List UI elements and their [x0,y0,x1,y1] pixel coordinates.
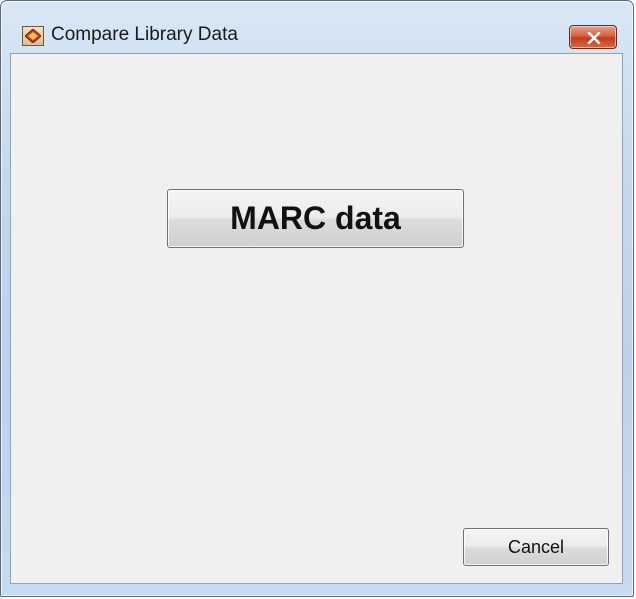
title-bar[interactable]: Compare Library Data [1,1,633,49]
cancel-button[interactable]: Cancel [463,528,609,566]
window-title: Compare Library Data [51,24,238,45]
close-button[interactable] [569,25,617,49]
dialog-window: Compare Library Data MARC data Cancel [0,0,634,597]
dialog-content: MARC data Cancel [10,53,623,584]
app-diamond-icon [22,26,44,46]
close-icon [587,32,601,44]
marc-data-button[interactable]: MARC data [167,189,464,248]
